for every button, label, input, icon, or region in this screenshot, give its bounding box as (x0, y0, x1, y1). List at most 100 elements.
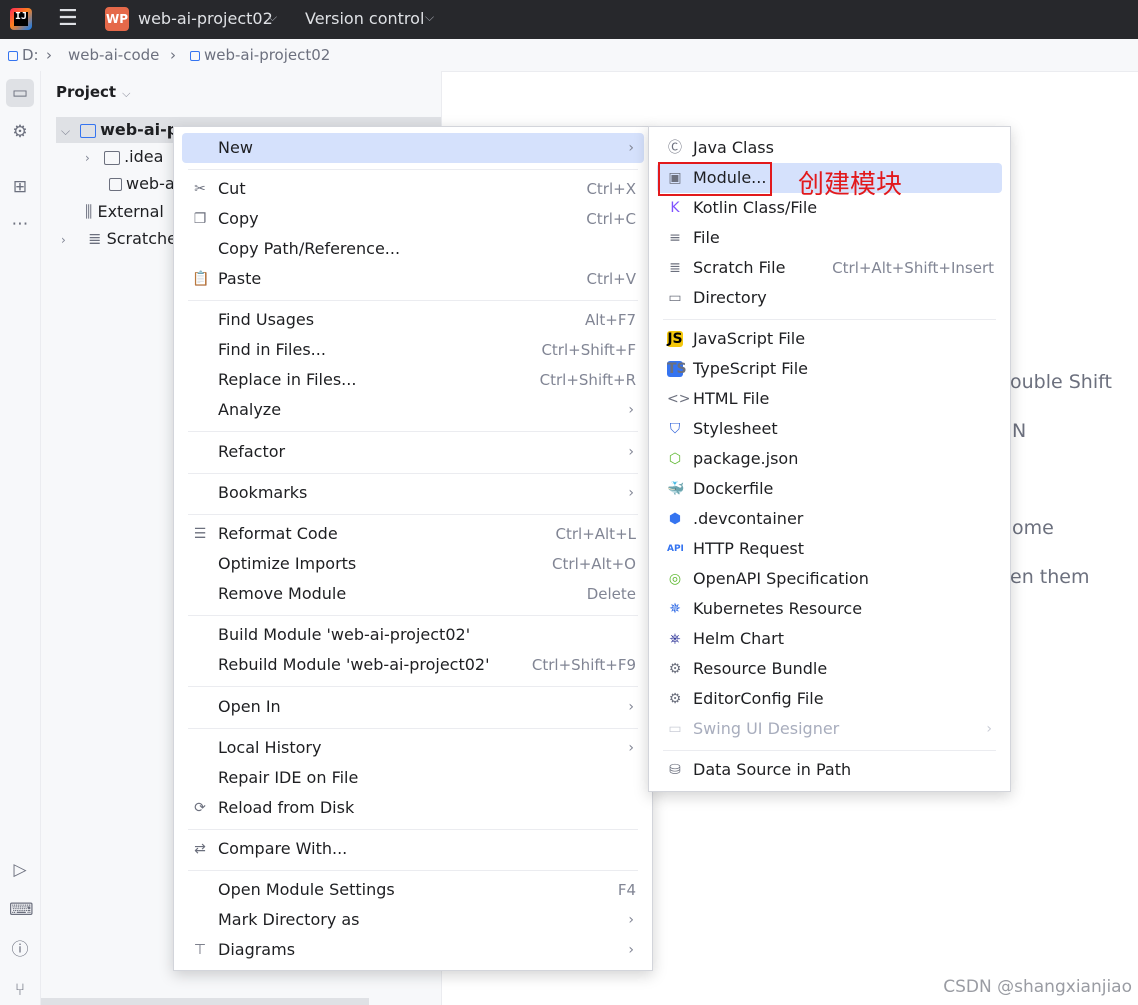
menu-item-copy[interactable]: ❐ Copy Ctrl+C (182, 204, 644, 234)
chevron-right-icon[interactable]: › (61, 227, 75, 253)
version-control-widget[interactable]: Version control (305, 9, 424, 28)
chevron-right-icon: › (628, 740, 634, 756)
menu-item-cut[interactable]: ✂ Cut Ctrl+X (182, 174, 644, 204)
menu-item-reformat-code[interactable]: ☰ Reformat Code Ctrl+Alt+L (182, 519, 644, 549)
breadcrumb-separator: › (170, 46, 176, 64)
menu-item-bookmarks[interactable]: Bookmarks › (182, 478, 644, 508)
submenu-item-resource-bundle[interactable]: ⚙ Resource Bundle (657, 654, 1002, 684)
breadcrumb-item[interactable]: web-ai-project02 (190, 46, 330, 64)
editor-hint-text: en them (1010, 566, 1090, 588)
tree-item-iml[interactable]: web-a (109, 171, 175, 197)
menu-item-local-history[interactable]: Local History › (182, 733, 644, 763)
submenu-item-javascript[interactable]: JS JavaScript File (657, 324, 1002, 354)
chevron-down-icon: ⌵ (122, 87, 131, 100)
breadcrumb-item[interactable]: web-ai-code (68, 46, 159, 64)
problems-icon[interactable]: ⓘ (9, 939, 31, 961)
tree-item-idea[interactable]: › .idea (85, 144, 163, 170)
chevron-down-icon[interactable]: ⌵ (268, 10, 277, 25)
chevron-right-icon: › (628, 699, 634, 715)
run-icon[interactable]: ▷ (9, 859, 31, 881)
editor-hint-text: ome (1012, 517, 1054, 539)
project-panel-title[interactable]: Project ⌵ (56, 83, 130, 101)
main-menu-icon[interactable]: ☰ (58, 8, 84, 30)
chevron-right-icon: › (628, 912, 634, 928)
more-icon[interactable]: ⋯ (9, 213, 31, 235)
project-name[interactable]: web-ai-project02 (138, 9, 273, 28)
breadcrumb-item[interactable]: D: (8, 46, 39, 64)
submenu-item-file[interactable]: ≡ File (657, 223, 1002, 253)
submenu-item-dockerfile[interactable]: 🐳 Dockerfile (657, 474, 1002, 504)
chevron-down-icon[interactable]: ⌵ (61, 118, 75, 144)
project-folder-icon[interactable]: ▭ (6, 79, 34, 107)
diagrams-icon: ⊤ (193, 942, 207, 958)
menu-separator (188, 473, 638, 474)
menu-separator (188, 169, 638, 170)
nodejs-icon: ⬡ (668, 451, 682, 467)
tree-item-external[interactable]: ⫼ External (85, 199, 164, 225)
submenu-item-directory[interactable]: ▭ Directory (657, 283, 1002, 313)
menu-item-mark-directory-as[interactable]: Mark Directory as › (182, 905, 644, 935)
devcontainer-icon: ⬢ (668, 511, 682, 527)
menu-item-replace-in-files[interactable]: Replace in Files... Ctrl+Shift+R (182, 365, 644, 395)
chevron-right-icon: › (628, 402, 634, 418)
menu-item-analyze[interactable]: Analyze › (182, 395, 644, 425)
folder-icon: ▭ (668, 290, 682, 306)
menu-item-find-usages[interactable]: Find Usages Alt+F7 (182, 305, 644, 335)
tool-window-bar: ▭ ⚙ ⊞ ⋯ ▷ ⌨ ⓘ ⑂ (0, 71, 41, 1005)
terminal-icon[interactable]: ⌨ (9, 899, 34, 921)
menu-item-copy-path[interactable]: Copy Path/Reference... (182, 234, 644, 264)
menu-item-diagrams[interactable]: ⊤ Diagrams › (182, 935, 644, 965)
submenu-item-typescript[interactable]: TS TypeScript File (657, 354, 1002, 384)
submenu-item-http-request[interactable]: API HTTP Request (657, 534, 1002, 564)
menu-separator (188, 686, 638, 687)
submenu-item-swing-ui-designer: ▭ Swing UI Designer › (657, 714, 1002, 744)
menu-item-build-module[interactable]: Build Module 'web-ai-project02' (182, 620, 644, 650)
annotation-label: 创建模块 (798, 170, 903, 200)
breadcrumb-separator: › (46, 46, 52, 64)
horizontal-scrollbar[interactable] (41, 998, 369, 1005)
watermark: CSDN @shangxianjiao (943, 977, 1132, 997)
menu-item-rebuild-module[interactable]: Rebuild Module 'web-ai-project02' Ctrl+Sh… (182, 650, 644, 680)
menu-item-repair-ide[interactable]: Repair IDE on File (182, 763, 644, 793)
submenu-item-openapi[interactable]: ◎ OpenAPI Specification (657, 564, 1002, 594)
menu-separator (188, 615, 638, 616)
menu-item-compare-with[interactable]: ⇄ Compare With... (182, 834, 644, 864)
menu-item-open-module-settings[interactable]: Open Module Settings F4 (182, 875, 644, 905)
tree-item-scratches[interactable]: › ≣ Scratche (61, 226, 177, 252)
structure-icon[interactable]: ⊞ (9, 176, 31, 198)
reload-icon: ⟳ (194, 800, 206, 816)
submenu-item-editorconfig[interactable]: ⚙ EditorConfig File (657, 684, 1002, 714)
submenu-item-data-source[interactable]: ⛁ Data Source in Path (657, 755, 1002, 785)
submenu-item-scratch-file[interactable]: ≣ Scratch File Ctrl+Alt+Shift+Insert (657, 253, 1002, 283)
project-badge[interactable]: WP (105, 7, 129, 31)
chevron-right-icon[interactable]: › (85, 145, 99, 171)
submenu-item-java-class[interactable]: Ⓒ Java Class (657, 133, 1002, 163)
menu-item-open-in[interactable]: Open In › (182, 692, 644, 722)
menu-item-new[interactable]: New › (182, 133, 644, 163)
submenu-item-html[interactable]: <> HTML File (657, 384, 1002, 414)
submenu-item-devcontainer[interactable]: ⬢ .devcontainer (657, 504, 1002, 534)
submenu-item-package-json[interactable]: ⬡ package.json (657, 444, 1002, 474)
submenu-item-kubernetes[interactable]: ✵ Kubernetes Resource (657, 594, 1002, 624)
annotation-highlight-box (658, 162, 772, 196)
submenu-item-helm-chart[interactable]: ⎈ Helm Chart (657, 624, 1002, 654)
scissors-icon: ✂ (194, 181, 206, 197)
chevron-down-icon[interactable]: ⌵ (425, 10, 434, 25)
menu-item-reload-from-disk[interactable]: ⟳ Reload from Disk (182, 793, 644, 823)
js-icon: JS (667, 331, 683, 347)
menu-item-paste[interactable]: 📋 Paste Ctrl+V (182, 264, 644, 294)
menu-item-optimize-imports[interactable]: Optimize Imports Ctrl+Alt+O (182, 549, 644, 579)
drive-icon (8, 50, 18, 61)
git-icon[interactable]: ⑂ (9, 979, 31, 1001)
scratch-icon: ≣ (669, 260, 681, 276)
intellij-logo-icon[interactable]: IJ (10, 8, 32, 30)
submenu-item-stylesheet[interactable]: ⛉ Stylesheet (657, 414, 1002, 444)
editor-hint-text: ouble Shift (1010, 371, 1112, 393)
breadcrumb: D: › web-ai-code › web-ai-project02 (0, 39, 1138, 72)
menu-item-find-in-files[interactable]: Find in Files... Ctrl+Shift+F (182, 335, 644, 365)
gear-icon[interactable]: ⚙ (9, 121, 31, 143)
menu-item-remove-module[interactable]: Remove Module Delete (182, 579, 644, 609)
title-bar: IJ ☰ WP web-ai-project02 ⌵ Version contr… (0, 0, 1138, 39)
clipboard-icon: 📋 (192, 271, 210, 287)
menu-item-refactor[interactable]: Refactor › (182, 437, 644, 467)
